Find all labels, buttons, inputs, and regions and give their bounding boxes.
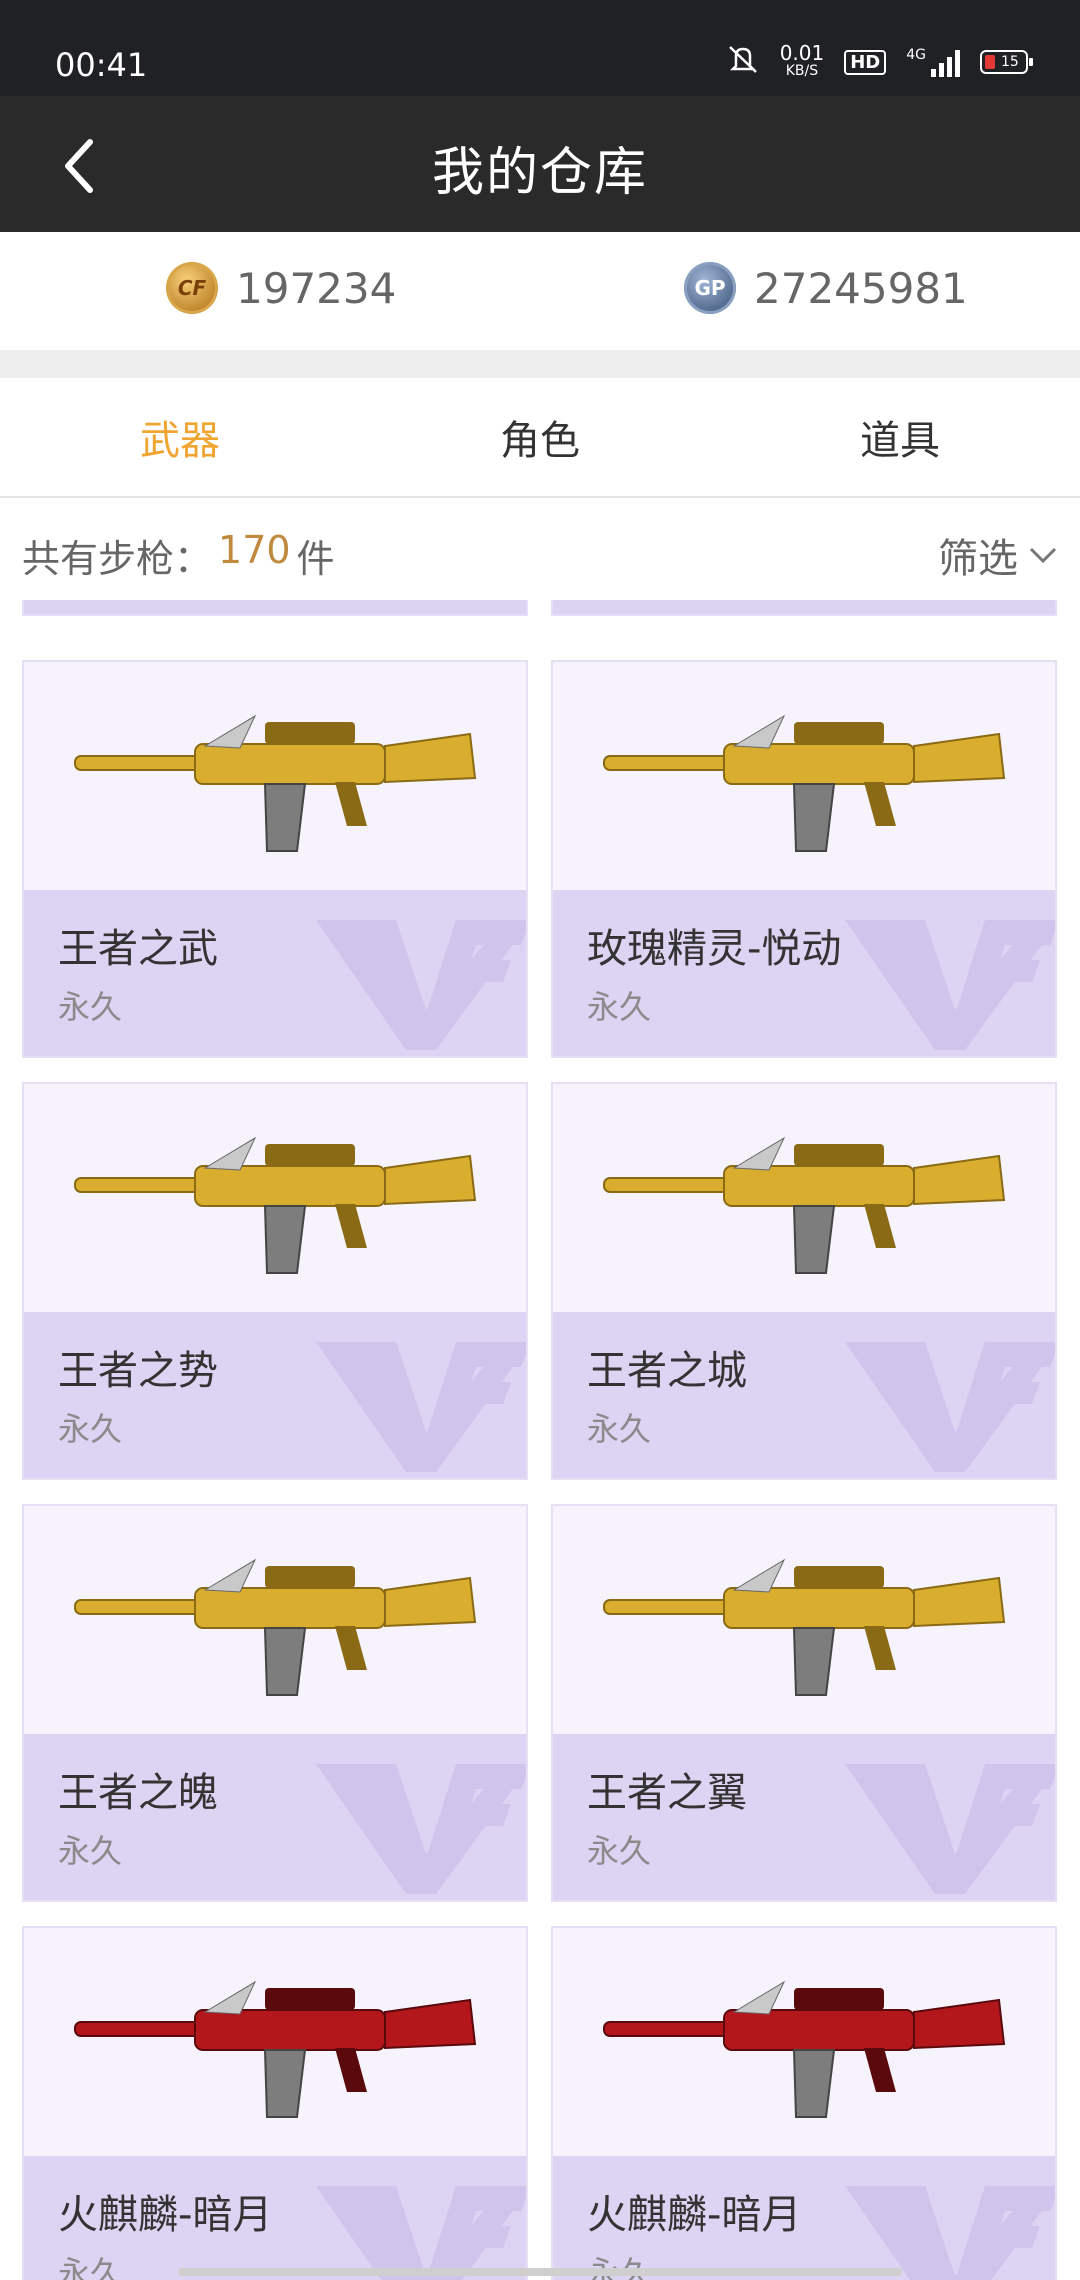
weapon-image-area [553,1506,1055,1734]
weapon-name: 火麒麟-暗月 [58,2192,273,2238]
status-bar: 00:41 0.01 KB/S HD 4G 15 [0,0,1080,96]
status-icons: 0.01 KB/S HD 4G 15 [726,41,1033,80]
cf-logo-watermark [845,1764,1055,1894]
weapon-name: 火麒麟-暗月 [587,2192,802,2238]
summary-row: 共有步枪： 170 件 筛选 [0,500,1080,600]
weapon-info: 王者之翼 永久 [553,1734,1055,1900]
weapon-name: 王者之武 [58,926,218,972]
tab-weapons[interactable]: 武器 [0,378,360,496]
cf-logo-watermark [316,920,526,1050]
weapon-image [603,1980,1006,2118]
item-count-prefix: 共有步枪： [22,537,213,581]
weapon-duration: 永久 [587,1832,652,1870]
weapon-card[interactable]: 火麒麟-暗月永久 [22,1926,528,2280]
weapon-image-area [24,662,526,890]
cf-logo-watermark [845,920,1055,1050]
gp-coin-label: GP [694,276,726,300]
weapon-image-area [553,1928,1055,2156]
gp-points-value: 27245981 [754,263,968,313]
cf-logo-watermark [845,2186,1055,2280]
weapon-info: 王者之魄 永久 [24,1734,526,1900]
weapon-grid: 王者之武 永久 玫瑰精灵-悦动 永久 王者之势 永久 王者之城 永久 王者之魄 永久 王者之翼 永久火… [0,600,1080,2280]
cf-logo-watermark [316,2186,526,2280]
item-count-suffix: 件 [296,537,335,581]
weapon-image [603,714,1006,852]
weapon-image-area [24,1506,526,1734]
tab-items[interactable]: 道具 [720,378,1080,496]
weapon-name: 王者之翼 [587,1770,747,1816]
weapon-info: 王者之城 永久 [553,1312,1055,1478]
weapon-info: 火麒麟-暗月 永久 [553,2156,1055,2280]
weapon-image [603,1136,1006,1274]
weapon-image [603,1558,1006,1696]
weapon-image [74,1558,477,1696]
weapon-name: 王者之势 [58,1348,218,1394]
weapon-image [74,1136,477,1274]
filter-label: 筛选 [938,536,1018,582]
gp-points: GP 27245981 [684,262,968,314]
gp-coin-icon: GP [684,262,736,314]
weapon-card[interactable]: 玫瑰精灵-悦动永久 [551,660,1057,1058]
category-tabs: 武器 角色 道具 [0,378,1080,498]
weapon-image-area [24,1084,526,1312]
divider [0,350,1080,378]
mute-icon [726,44,760,80]
weapon-duration: 永久 [58,1410,123,1448]
list-item [551,600,1057,616]
item-count-number: 170 [218,528,291,572]
weapon-name: 王者之城 [587,1348,747,1394]
weapon-card[interactable]: 火麒麟-暗月 永久 [551,1926,1057,2280]
weapon-info: 玫瑰精灵-悦动永久 [553,890,1055,1056]
weapon-duration: 永久 [58,988,123,1026]
net-speed-unit: KB/S [785,63,819,79]
home-indicator [178,2268,902,2276]
battery-icon: 15 [980,50,1033,74]
weapon-card[interactable]: 王者之魄 永久 [22,1504,528,1902]
net-speed: 0.01 KB/S [779,41,825,80]
weapon-image [74,714,477,852]
list-item [22,600,528,616]
weapon-image-area [553,1084,1055,1312]
hd-badge: HD [844,49,887,75]
network-type: 4G [906,47,926,63]
app-header: 我的仓库 [0,96,1080,232]
weapon-duration: 永久 [587,988,652,1026]
weapon-card[interactable]: 王者之武 永久 [22,660,528,1058]
cf-logo-watermark [316,1764,526,1894]
weapon-duration: 永久 [58,1832,123,1870]
weapon-image [74,1980,477,2118]
weapon-image-area [553,662,1055,890]
net-speed-value: 0.01 [779,41,825,65]
signal-icon: 4G [906,47,960,77]
weapon-info: 王者之势 永久 [24,1312,526,1478]
weapon-card[interactable]: 王者之势 永久 [22,1082,528,1480]
cf-coin-icon: CF [166,262,218,314]
weapon-info: 王者之武 永久 [24,890,526,1056]
cf-points-value: 197234 [236,263,397,313]
chevron-down-icon [1029,547,1057,564]
status-time: 00:41 [55,46,148,84]
weapon-name: 玫瑰精灵-悦动 [587,926,842,972]
cf-logo-watermark [316,1342,526,1472]
tab-characters[interactable]: 角色 [360,378,720,496]
weapon-image-area [24,1928,526,2156]
weapon-duration: 永久 [587,1410,652,1448]
filter-button[interactable]: 筛选 [938,526,1058,584]
weapon-info: 火麒麟-暗月永久 [24,2156,526,2280]
cf-logo-watermark [845,1342,1055,1472]
page-title: 我的仓库 [431,143,648,203]
weapon-duration: 永久 [58,2254,123,2280]
cf-points: CF 197234 [166,262,396,314]
weapon-card[interactable]: 王者之城 永久 [551,1082,1057,1480]
weapon-card[interactable]: 王者之翼 永久 [551,1504,1057,1902]
currency-bar: CF 197234 GP 27245981 [0,232,1080,350]
battery-level: 15 [1001,54,1019,70]
weapon-name: 王者之魄 [58,1770,218,1816]
item-count: 共有步枪： 170 件 [22,528,335,583]
